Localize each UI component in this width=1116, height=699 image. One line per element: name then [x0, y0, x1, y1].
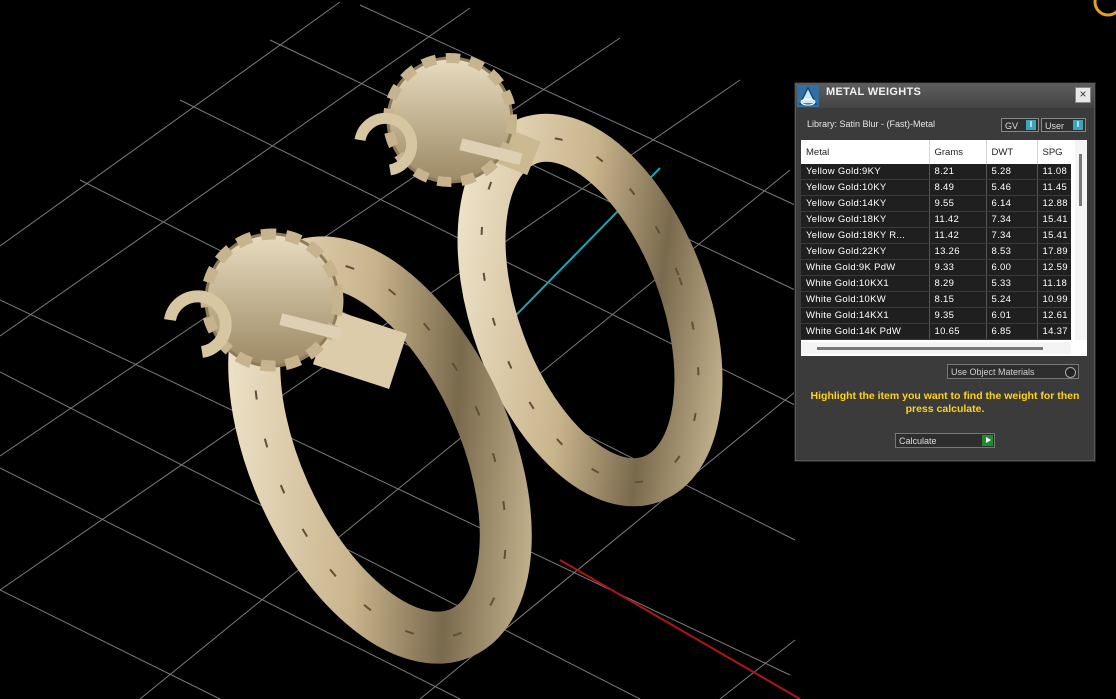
calculate-label: Calculate	[899, 436, 937, 446]
cell-grams: 8.21	[929, 164, 987, 180]
horizontal-scrollbar[interactable]	[801, 342, 1071, 354]
table-row[interactable]: White Gold:14KX1 9.35 6.01 12.61	[801, 307, 1071, 324]
table-row[interactable]: Yellow Gold:10KY 8.49 5.46 11.45	[801, 179, 1071, 196]
cell-dwt: 7.34	[986, 227, 1038, 244]
cell-metal: Yellow Gold:18KY R...	[801, 227, 930, 244]
gv-label: GV	[1005, 121, 1019, 131]
cell-spg: 17.89	[1037, 243, 1071, 260]
table-row[interactable]: Yellow Gold:18KY R... 11.42 7.34 15.41	[801, 227, 1071, 244]
cell-dwt: 5.24	[986, 291, 1038, 308]
cell-dwt: 6.00	[986, 259, 1038, 276]
column-header-metal[interactable]: Metal	[801, 140, 930, 164]
metal-weights-app-icon	[797, 85, 819, 107]
column-header-dwt[interactable]: DWT	[986, 140, 1038, 164]
cell-dwt: 5.46	[986, 179, 1038, 196]
table-row[interactable]: Yellow Gold:14KY 9.55 6.14 12.88	[801, 195, 1071, 212]
cell-dwt: 8.53	[986, 243, 1038, 260]
table-row[interactable]: Yellow Gold:22KY 13.26 8.53 17.89	[801, 243, 1071, 260]
table-row[interactable]: White Gold:14K PdW 10.65 6.85 14.37	[801, 323, 1071, 340]
cell-dwt: 5.28	[986, 164, 1038, 180]
cell-dwt: 6.01	[986, 307, 1038, 324]
cell-spg: 12.59	[1037, 259, 1071, 276]
cell-grams: 9.55	[929, 195, 987, 212]
table-row[interactable]: Yellow Gold:9KY 8.21 5.28 11.08	[801, 164, 1071, 180]
cell-spg: 12.88	[1037, 195, 1071, 212]
cell-spg: 15.41	[1037, 211, 1071, 228]
vertical-scrollbar[interactable]	[1075, 140, 1087, 340]
x-axis-line	[559, 559, 801, 699]
cell-spg: 11.18	[1037, 275, 1071, 292]
table-row[interactable]: Yellow Gold:18KY 11.42 7.34 15.41	[801, 211, 1071, 228]
cell-dwt: 5.33	[986, 275, 1038, 292]
calculate-button[interactable]: Calculate	[895, 433, 995, 448]
cell-metal: White Gold:10KX1	[801, 275, 930, 292]
cell-metal: White Gold:9K PdW	[801, 259, 930, 276]
play-icon	[982, 435, 993, 446]
cell-metal: Yellow Gold:9KY	[801, 164, 930, 180]
cell-grams: 11.42	[929, 211, 987, 228]
panel-title: METAL WEIGHTS	[826, 86, 922, 98]
cell-metal: Yellow Gold:14KY	[801, 195, 930, 212]
cell-grams: 13.26	[929, 243, 987, 260]
radio-icon	[1065, 367, 1076, 378]
cell-spg: 11.08	[1037, 164, 1071, 180]
cell-metal: Yellow Gold:18KY	[801, 211, 930, 228]
cell-spg: 15.41	[1037, 227, 1071, 244]
cell-grams: 8.15	[929, 291, 987, 308]
cell-metal: White Gold:14KX1	[801, 307, 930, 324]
table-header-row: Metal Grams DWT SPG	[801, 140, 1071, 164]
table-row[interactable]: White Gold:10KX1 8.29 5.33 11.18	[801, 275, 1071, 292]
cell-grams: 11.42	[929, 227, 987, 244]
close-icon[interactable]: ×	[1075, 87, 1091, 103]
cell-spg: 12.61	[1037, 307, 1071, 324]
cell-dwt: 6.85	[986, 323, 1038, 340]
cell-grams: 10.65	[929, 323, 987, 340]
title-bar[interactable]: METAL WEIGHTS ×	[796, 84, 1094, 108]
cell-grams: 8.29	[929, 275, 987, 292]
cell-grams: 9.33	[929, 259, 987, 276]
cell-grams: 9.35	[929, 307, 987, 324]
cell-spg: 10.99	[1037, 291, 1071, 308]
toggle-indicator-icon: I	[1026, 120, 1036, 130]
cell-spg: 14.37	[1037, 323, 1071, 340]
cell-metal: Yellow Gold:22KY	[801, 243, 930, 260]
cell-grams: 8.49	[929, 179, 987, 196]
user-label: User	[1045, 121, 1065, 131]
metal-table: Metal Grams DWT SPG Yellow Gold:9KY 8.21 5…	[801, 140, 1087, 356]
cell-metal: White Gold:10KW	[801, 291, 930, 308]
gv-toggle[interactable]: GV I	[1001, 118, 1039, 132]
toggle-indicator-icon: I	[1073, 120, 1083, 130]
cell-spg: 11.45	[1037, 179, 1071, 196]
table-row[interactable]: White Gold:10KW 8.15 5.24 10.99	[801, 291, 1071, 308]
user-toggle[interactable]: User I	[1041, 118, 1086, 132]
cell-dwt: 7.34	[986, 211, 1038, 228]
column-header-spg[interactable]: SPG	[1037, 140, 1071, 164]
instruction-text: Highlight the item you want to find the …	[810, 390, 1080, 415]
use-object-materials-label: Use Object Materials	[951, 367, 1035, 377]
column-header-grams[interactable]: Grams	[929, 140, 987, 164]
use-object-materials-option[interactable]: Use Object Materials	[947, 364, 1079, 379]
table-row[interactable]: White Gold:9K PdW 9.33 6.00 12.59	[801, 259, 1071, 276]
library-label: Library: Satin Blur - (Fast)-Metal	[807, 119, 936, 129]
metal-weights-panel: METAL WEIGHTS × Library: Satin Blur - (F…	[794, 82, 1096, 462]
cell-metal: Yellow Gold:10KY	[801, 179, 930, 196]
cell-metal: White Gold:14K PdW	[801, 323, 930, 340]
cell-dwt: 6.14	[986, 195, 1038, 212]
view-cube-icon[interactable]	[1086, 0, 1116, 20]
